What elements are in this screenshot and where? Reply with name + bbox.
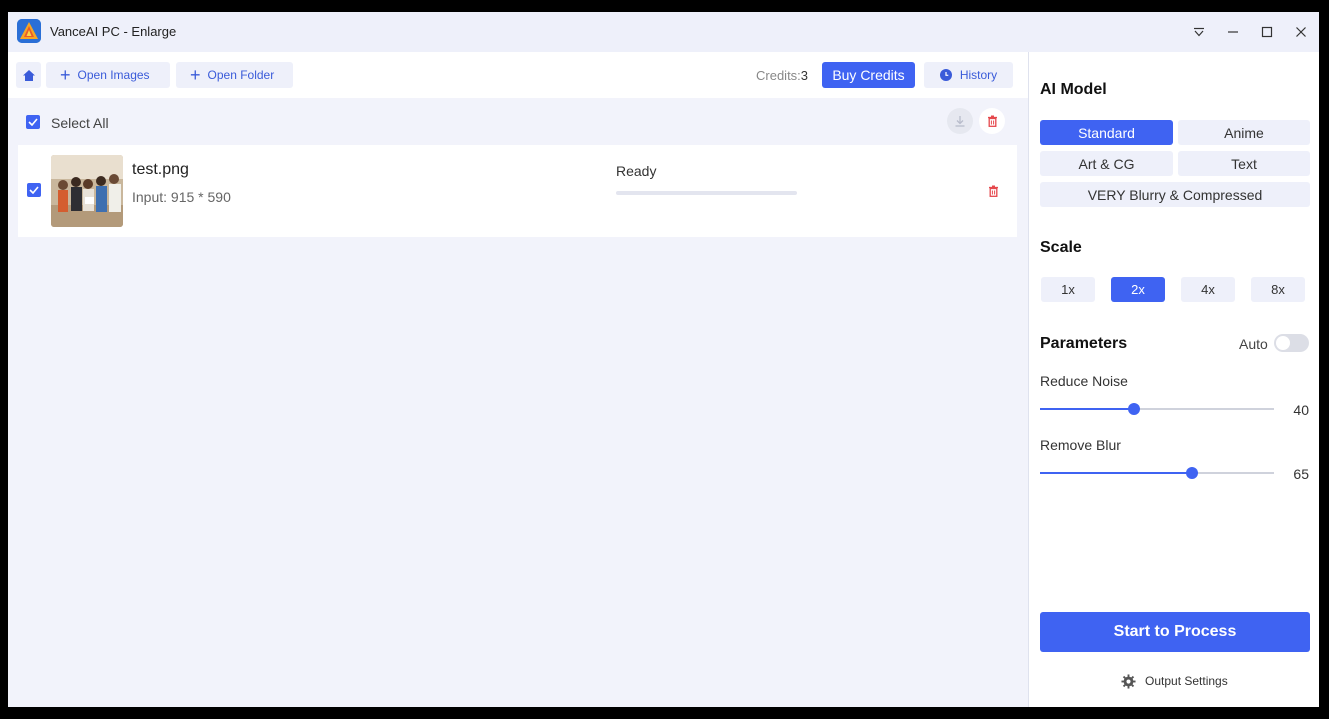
toolbar: + Open Images + Open Folder Credits:3 Bu…	[8, 52, 1028, 98]
open-folder-label: Open Folder	[207, 68, 275, 82]
trash-icon	[987, 115, 997, 127]
delete-file-button[interactable]	[980, 178, 1006, 204]
start-process-button[interactable]: Start to Process	[1040, 612, 1310, 652]
scale-option-8x[interactable]: 8x	[1251, 277, 1305, 302]
select-all-label: Select All	[51, 115, 109, 131]
slider-handle[interactable]	[1128, 403, 1140, 415]
select-all-bar: Select All	[18, 102, 1018, 142]
maximize-icon[interactable]	[1257, 22, 1277, 42]
trash-icon	[988, 185, 998, 197]
open-folder-button[interactable]: + Open Folder	[176, 62, 293, 88]
open-images-label: Open Images	[77, 68, 150, 82]
model-option-anime[interactable]: Anime	[1178, 120, 1310, 145]
credits-value: 3	[800, 68, 809, 83]
credits-display: Credits:3	[756, 68, 808, 83]
reduce-noise-label: Reduce Noise	[1040, 373, 1128, 389]
file-list-area: + Open Images + Open Folder Credits:3 Bu…	[8, 52, 1028, 707]
remove-blur-slider[interactable]	[1040, 467, 1274, 479]
file-name: test.png	[132, 161, 189, 178]
history-button[interactable]: History	[924, 62, 1013, 88]
app-logo-icon	[17, 19, 41, 43]
slider-fill	[1040, 408, 1134, 410]
delete-all-button[interactable]	[979, 108, 1005, 134]
reduce-noise-slider[interactable]	[1040, 403, 1274, 415]
ai-model-title: AI Model	[1040, 81, 1107, 98]
file-status: Ready	[616, 163, 657, 179]
model-option-text[interactable]: Text	[1178, 151, 1310, 176]
scale-title: Scale	[1040, 239, 1082, 256]
close-icon[interactable]	[1291, 22, 1311, 42]
minimize-icon[interactable]	[1223, 22, 1243, 42]
auto-toggle[interactable]	[1274, 334, 1309, 352]
parameters-title: Parameters	[1040, 335, 1128, 352]
model-option-standard[interactable]: Standard	[1040, 120, 1173, 145]
scale-option-2x[interactable]: 2x	[1111, 277, 1165, 302]
slider-fill	[1040, 472, 1192, 474]
remove-blur-value: 65	[1293, 466, 1309, 482]
plus-icon: +	[60, 65, 71, 85]
reduce-noise-value: 40	[1293, 402, 1309, 418]
credits-label: Credits:	[756, 68, 801, 83]
output-settings-label: Output Settings	[1145, 674, 1228, 688]
scale-option-1x[interactable]: 1x	[1041, 277, 1095, 302]
model-option-very-blurry[interactable]: VERY Blurry & Compressed	[1040, 182, 1310, 207]
remove-blur-label: Remove Blur	[1040, 437, 1121, 453]
title-bar: VanceAI PC - Enlarge	[8, 12, 1319, 52]
file-checkbox[interactable]	[27, 183, 41, 197]
scale-option-4x[interactable]: 4x	[1181, 277, 1235, 302]
dropdown-menu-icon[interactable]	[1189, 22, 1209, 42]
model-option-art-cg[interactable]: Art & CG	[1040, 151, 1173, 176]
plus-icon: +	[190, 65, 201, 85]
output-settings-button[interactable]: Output Settings	[1121, 672, 1228, 690]
history-label: History	[959, 68, 998, 82]
slider-handle[interactable]	[1186, 467, 1198, 479]
file-input-size: Input: 915 * 590	[132, 189, 231, 205]
window-title: VanceAI PC - Enlarge	[50, 24, 177, 39]
auto-label: Auto	[1239, 336, 1268, 352]
app-window: VanceAI PC - Enlarge + Open Images + Ope	[8, 12, 1319, 707]
file-progress-bar	[616, 191, 797, 195]
select-all-checkbox[interactable]	[26, 115, 40, 129]
buy-credits-button[interactable]: Buy Credits	[822, 62, 915, 88]
home-icon	[22, 69, 35, 81]
download-all-button[interactable]	[947, 108, 973, 134]
download-icon	[955, 116, 965, 127]
home-button[interactable]	[16, 62, 41, 88]
settings-panel: AI Model Standard Anime Art & CG Text VE…	[1028, 52, 1319, 707]
gear-icon	[1121, 673, 1136, 689]
toggle-knob	[1276, 336, 1290, 350]
file-thumbnail	[51, 155, 123, 227]
open-images-button[interactable]: + Open Images	[46, 62, 170, 88]
clock-icon	[939, 69, 952, 81]
file-list-item[interactable]: test.png Input: 915 * 590 Ready	[18, 145, 1017, 237]
